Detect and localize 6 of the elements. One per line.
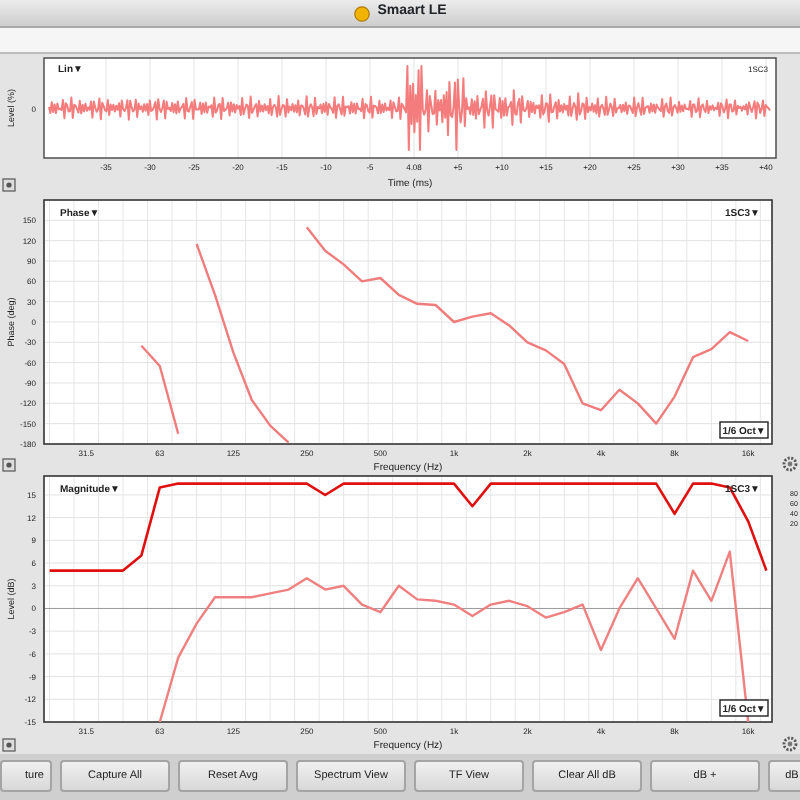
gear-icon[interactable]: [782, 456, 798, 472]
gear-icon[interactable]: [782, 736, 798, 752]
square-icon[interactable]: [2, 738, 16, 752]
square-icon[interactable]: [2, 178, 16, 192]
app-icon: [353, 5, 370, 21]
square-icon[interactable]: [2, 458, 16, 472]
